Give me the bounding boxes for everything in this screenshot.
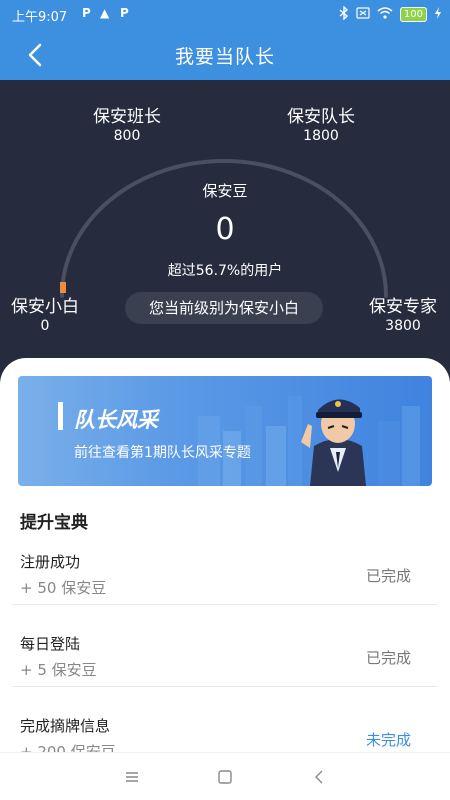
bluetooth-icon	[339, 5, 349, 23]
guard-mascot	[301, 399, 366, 486]
status-icons: 100	[339, 5, 442, 23]
task-item[interactable]: 注册成功 + 50 保安豆 已完成	[12, 523, 437, 605]
battery-icon: 100	[399, 7, 427, 22]
notification-p-icon: P	[82, 6, 91, 20]
back-icon[interactable]	[310, 767, 330, 787]
task-name: 每日登陆	[20, 635, 81, 653]
level-hero: 保安班长 800 保安队长 1800 保安豆 0 超过56.7%的用户 保安小白…	[0, 80, 450, 390]
task-reward: + 50 保安豆	[20, 579, 107, 597]
status-time: 上午9:07	[12, 10, 68, 25]
level-value-captain: 1800	[303, 128, 339, 144]
system-nav-bar	[0, 752, 450, 800]
exceed-percent-text: 超过56.7%的用户	[167, 263, 283, 279]
task-item[interactable]: 每日登陆 + 5 保安豆 已完成	[12, 605, 437, 687]
wifi-icon	[377, 7, 393, 22]
level-value-novice: 0	[40, 318, 50, 334]
task-status[interactable]: 未完成	[366, 729, 411, 750]
notification-warning-icon: ▲	[100, 6, 110, 20]
status-bar: 上午9:07 P ▲ P 100	[0, 0, 450, 30]
home-icon[interactable]	[215, 767, 235, 787]
level-name-monitor: 保安班长	[93, 107, 161, 127]
nav-bar: 我要当队长	[0, 30, 450, 80]
level-value-expert: 3800	[385, 318, 421, 334]
level-name-captain: 保安队长	[287, 107, 355, 127]
sim-icon	[356, 7, 370, 22]
notification-p-icon-2: P	[120, 6, 129, 20]
task-name: 完成摘牌信息	[20, 717, 111, 735]
task-status: 已完成	[365, 567, 411, 585]
menu-icon[interactable]	[122, 767, 142, 787]
task-name: 注册成功	[20, 553, 81, 571]
level-name-expert: 保安专家	[369, 297, 437, 317]
page-title: 我要当队长	[174, 46, 275, 68]
bean-value: 0	[215, 212, 235, 247]
level-name-novice: 保安小白	[11, 297, 79, 317]
charging-icon	[434, 7, 442, 22]
current-level-badge: 您当前级别为保安小白	[125, 292, 323, 324]
banner-accent-bar	[58, 402, 63, 430]
content-card: 队长风采 前往查看第1期队长风采专题 提升宝典 注册成功 + 50 保安豆 已完…	[0, 358, 450, 761]
captain-showcase-banner[interactable]: 队长风采 前往查看第1期队长风采专题	[18, 376, 432, 486]
banner-title: 队长风采	[74, 408, 158, 432]
bean-label: 保安豆	[202, 182, 248, 200]
task-status: 已完成	[365, 649, 411, 667]
task-reward: + 5 保安豆	[20, 661, 97, 679]
level-value-monitor: 800	[113, 128, 141, 144]
banner-subtitle: 前往查看第1期队长风采专题	[74, 445, 251, 461]
